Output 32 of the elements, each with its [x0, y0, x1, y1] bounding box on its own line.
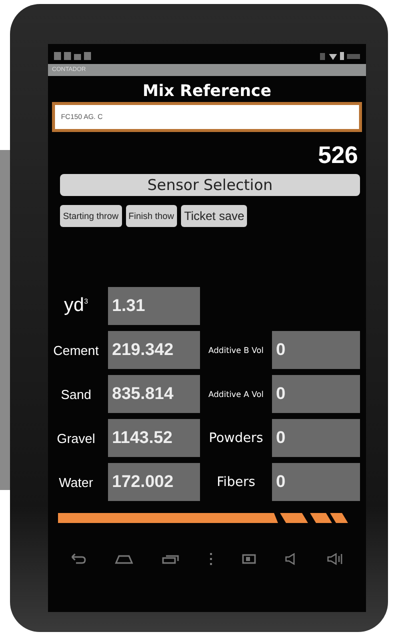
additive-field[interactable]: 0 — [272, 331, 360, 369]
counter-value: 526 — [318, 142, 358, 170]
action-button[interactable]: Finish thow — [126, 205, 178, 227]
screenshot-icon[interactable] — [242, 554, 256, 564]
home-icon[interactable] — [115, 554, 134, 564]
material-label: Water — [58, 474, 94, 490]
material-label: Gravel — [56, 430, 96, 446]
menu-icon[interactable] — [208, 553, 213, 565]
mix-reference-label: Mix Reference — [142, 81, 272, 100]
additive-label: Additive B Vol — [207, 346, 265, 354]
unit-label: yd$^{3}$ — [63, 295, 89, 317]
action-button[interactable]: Ticket save — [181, 205, 248, 227]
material-field[interactable]: 1143.52 — [108, 419, 200, 457]
material-field[interactable]: 219.342 — [108, 331, 200, 369]
back-icon[interactable] — [70, 553, 86, 565]
notification-icon — [54, 52, 94, 60]
additive-field[interactable]: 0 — [272, 375, 360, 413]
material-field[interactable]: 835.814 — [108, 375, 200, 413]
material-label: Sand — [60, 386, 92, 402]
additive-field[interactable]: 0 — [272, 419, 360, 457]
additive-label: Powders — [208, 430, 264, 446]
additive-label: Fibers — [216, 474, 256, 490]
status-icon — [320, 52, 360, 60]
material-label: Cement — [52, 342, 100, 358]
additive-label: Additive A Vol — [207, 390, 265, 398]
volume-up-icon[interactable] — [327, 553, 344, 565]
sensor-selection-button[interactable]: Sensor Selection — [60, 174, 360, 196]
volume-field[interactable]: 1.31 — [108, 287, 200, 325]
additive-field[interactable]: 0 — [272, 463, 360, 501]
action-button[interactable]: Starting throw — [60, 205, 122, 227]
recent-apps-icon[interactable] — [162, 554, 180, 564]
material-field[interactable]: 172.002 — [108, 463, 200, 501]
